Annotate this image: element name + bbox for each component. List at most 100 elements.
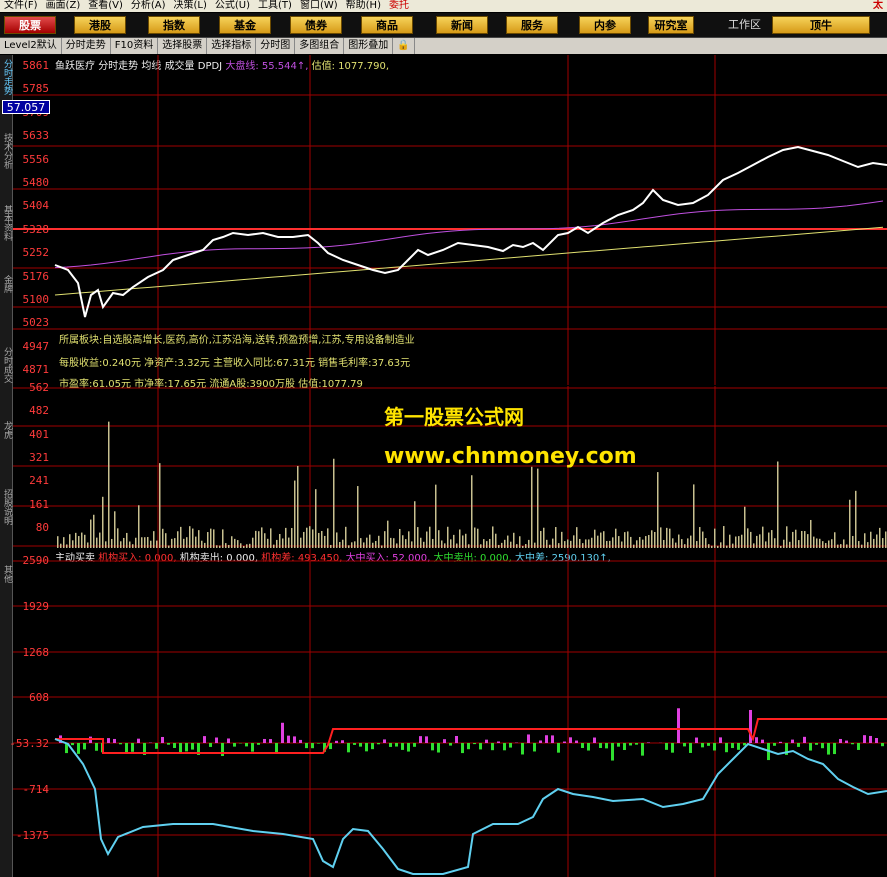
flow-bar [425,736,428,743]
volume-bar [492,526,494,548]
flow-bar [263,738,266,743]
volume-bar [489,538,491,548]
volume-bar [825,543,827,548]
volume-bar [789,541,791,548]
volume-bar [327,528,329,548]
volume-bar [279,533,281,548]
toolbar: Level2默认 分时走势 F10资料 选择股票 选择指标 分时图 多图组合 图形叠加 🔒 [0,38,887,54]
flow-bar [299,739,302,743]
volume-bar [78,536,80,548]
volume-bar [783,539,785,548]
volume-bar [372,542,374,548]
nav-tab-research[interactable]: 研究室 [648,16,694,34]
volume-bar [249,543,251,548]
nav-tab-fund[interactable]: 基金 [219,16,271,34]
volume-bar [441,540,443,548]
volume-bar [750,531,752,548]
flow-bar [227,738,230,743]
menu-window[interactable]: 窗口(W) [296,0,342,12]
sidebar-tab-other[interactable]: 其他 [0,565,12,583]
volume-bar [216,545,218,548]
volume-bar [108,421,110,548]
y-tick-label: 2590 [22,554,50,567]
volume-bar [765,541,767,548]
nav-tab-commodity[interactable]: 商品 [361,16,413,34]
y-tick-label: 5556 [22,152,50,166]
volume-bar [597,535,599,548]
toolbar-select-indicator[interactable]: 选择指标 [207,38,257,54]
flow-bar [695,737,698,743]
flow-bar [761,739,764,743]
volume-bar [486,541,488,548]
flow-bar [551,735,554,743]
volume-bar [771,530,773,548]
menu-formula[interactable]: 公式(U) [211,0,254,12]
volume-bar [72,540,74,548]
volume-bar [861,544,863,548]
flow-bar [221,743,224,757]
nav-tab-stocks[interactable]: 股票 [4,16,56,34]
menu-screen[interactable]: 画面(Z) [42,0,85,12]
volume-bar [663,539,665,548]
menu-tools[interactable]: 工具(T) [254,0,296,12]
volume-bar [729,534,731,548]
nav-tab-service[interactable]: 服务 [506,16,558,34]
workarea-label: 工作区 [728,18,761,31]
volume-bar [357,486,359,548]
volume-bar [759,534,761,548]
toolbar-multi-chart[interactable]: 多图组合 [295,38,345,54]
menu-decision[interactable]: 决策(L) [170,0,211,12]
volume-bar [186,537,188,548]
volume-bar [855,490,857,548]
market-line [54,226,884,296]
nav-tab-news[interactable]: 新闻 [436,16,488,34]
toolbar-overlay[interactable]: 图形叠加 [344,38,394,54]
volume-bar [858,541,860,548]
volume-bar [513,532,515,548]
top-cow-button[interactable]: 顶牛 [772,16,870,34]
volume-bar [552,538,554,548]
nav-tab-hk[interactable]: 港股 [74,16,126,34]
volume-bar [516,544,518,548]
volume-bar [132,544,134,548]
toolbar-level2[interactable]: Level2默认 [0,38,62,54]
volume-bar [156,540,158,548]
menu-help[interactable]: 帮助(H) [342,0,385,12]
volume-bar [540,530,542,548]
volume-bar [318,532,320,548]
volume-bar [123,537,125,548]
flow-panel[interactable]: 主动买卖 机构买入: 0.000, 机构卖出: 0.000, 机构差: 493.… [9,549,887,877]
toolbar-timeshare[interactable]: 分时走势 [62,38,111,54]
nav-tab-insider[interactable]: 内参 [579,16,631,34]
volume-bar [519,536,521,548]
volume-bar [237,540,239,548]
volume-bar [531,466,533,548]
volume-bar [120,541,122,548]
volume-bar [390,537,392,548]
volume-bar [69,534,71,548]
volume-bar [402,535,404,548]
flow-bar [671,743,674,753]
flow-bar [833,743,836,755]
flow-bar [107,738,110,743]
volume-bar [294,480,296,548]
menu-analysis[interactable]: 分析(A) [127,0,170,12]
nav-tab-bond[interactable]: 债券 [290,16,342,34]
volume-bar [603,531,605,548]
toolbar-f10[interactable]: F10资料 [111,38,159,54]
volume-bar [645,536,647,548]
flow-bar [185,743,188,752]
toolbar-timeshare-chart[interactable]: 分时图 [256,38,296,54]
menu-trade[interactable]: 委托 [385,0,413,12]
price-panel[interactable]: 鱼跃医疗 分时走势 均线 成交量 DPDJ 大盘线: 55.544↑, 估值: … [13,55,887,390]
volume-bar [312,529,314,548]
menu-bar: 文件(F) 画面(Z) 查看(V) 分析(A) 决策(L) 公式(U) 工具(T) 窗口(W)… [0,0,887,12]
nav-tab-index[interactable]: 指数 [148,16,200,34]
volume-bar [75,532,77,548]
lock-icon[interactable]: 🔒 [393,38,415,54]
toolbar-select-stock[interactable]: 选择股票 [158,38,208,54]
menu-brand: 太 [873,0,883,11]
menu-view[interactable]: 查看(V) [84,0,127,12]
menu-file[interactable]: 文件(F) [0,0,42,12]
flow-bar [341,740,344,743]
